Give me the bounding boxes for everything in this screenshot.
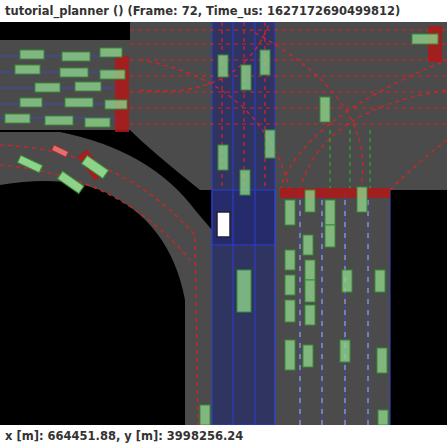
vehicle [218, 145, 228, 170]
vehicle [378, 410, 388, 425]
vehicle [285, 275, 295, 295]
status-bar: x [m]: 664451.88, y [m]: 3998256.24 [0, 425, 447, 447]
vehicle [342, 270, 352, 292]
vehicle [305, 280, 315, 302]
vehicle [285, 300, 295, 322]
vehicle [320, 97, 330, 122]
vehicle [237, 270, 251, 312]
vehicle [20, 50, 44, 59]
vehicle [57, 171, 83, 193]
vehicle [5, 114, 30, 123]
vehicle [81, 155, 108, 178]
vehicle [100, 48, 122, 57]
title-bar: tutorial_planner () (Frame: 72, Time_us:… [0, 0, 447, 22]
vehicle [75, 82, 101, 91]
vehicle [285, 340, 295, 370]
vehicle [240, 170, 250, 195]
vehicle [200, 405, 210, 425]
map-canvas[interactable] [0, 22, 447, 425]
vehicle [15, 65, 40, 74]
vehicle [60, 68, 88, 77]
vehicle [357, 187, 367, 212]
vehicle [305, 190, 315, 212]
vehicle [303, 345, 313, 367]
vehicle [17, 155, 42, 172]
vehicle [305, 260, 315, 280]
vehicle [325, 225, 335, 247]
vehicle [265, 130, 275, 158]
vehicle [412, 34, 438, 44]
vehicle [260, 50, 270, 75]
vehicle [285, 250, 295, 270]
vehicle [375, 270, 385, 292]
ego-vehicle [217, 212, 230, 237]
vehicle [241, 65, 251, 90]
vehicle [105, 100, 127, 109]
coordinate-readout: x [m]: 664451.88, y [m]: 3998256.24 [5, 429, 243, 443]
vehicle [305, 305, 315, 325]
vehicle [218, 55, 228, 77]
vehicle [65, 98, 93, 107]
vehicle [51, 145, 68, 157]
vehicle [377, 348, 387, 373]
vehicle [285, 200, 295, 225]
vehicle [100, 70, 125, 79]
vehicle [45, 116, 73, 125]
vehicle [85, 118, 110, 127]
vehicle [62, 52, 90, 61]
title-text: tutorial_planner () (Frame: 72, Time_us:… [5, 4, 400, 18]
vehicle [303, 235, 313, 255]
vehicle [20, 98, 42, 107]
map-view[interactable] [0, 22, 447, 425]
planner-viewer: tutorial_planner () (Frame: 72, Time_us:… [0, 0, 447, 447]
vehicle [35, 83, 60, 92]
vehicle [340, 340, 350, 362]
vehicle [325, 200, 335, 225]
